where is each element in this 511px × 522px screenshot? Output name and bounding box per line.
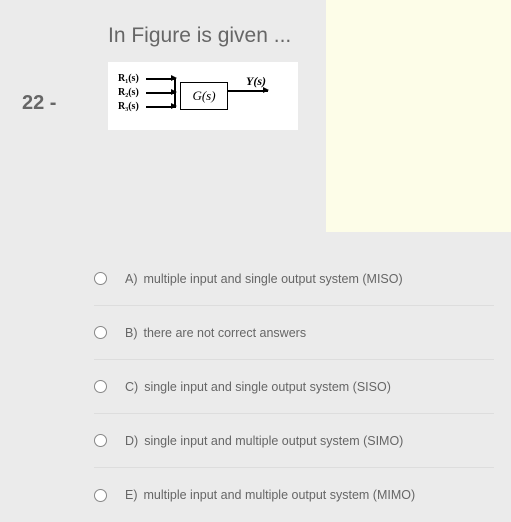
option-a[interactable]: A) multiple input and single output syst… — [94, 252, 494, 306]
diagram-inputs: R₁(s) R₂(s) R₃(s) — [118, 72, 176, 114]
option-letter: D) — [125, 434, 138, 448]
option-d[interactable]: D) single input and multiple output syst… — [94, 414, 494, 468]
arrow-icon — [146, 78, 176, 80]
options-list: A) multiple input and single output syst… — [94, 252, 494, 522]
option-b[interactable]: B) there are not correct answers — [94, 306, 494, 360]
radio-icon[interactable] — [94, 489, 107, 502]
radio-icon[interactable] — [94, 326, 107, 339]
option-text: multiple input and single output system … — [144, 272, 403, 286]
arrow-icon — [228, 90, 268, 92]
option-letter: C) — [125, 380, 138, 394]
option-c[interactable]: C) single input and single output system… — [94, 360, 494, 414]
option-letter: B) — [125, 326, 138, 340]
option-text: multiple input and multiple output syste… — [144, 488, 416, 502]
option-letter: E) — [125, 488, 138, 502]
radio-icon[interactable] — [94, 272, 107, 285]
block-diagram: R₁(s) R₂(s) R₃(s) G(s) Y(s) — [108, 62, 298, 130]
question-number: 22 - — [22, 92, 56, 115]
join-line — [174, 78, 176, 108]
input-r2-label: R₂(s) — [118, 86, 146, 100]
input-r1-label: R₁(s) — [118, 72, 146, 86]
transfer-block: G(s) — [180, 82, 228, 110]
input-r3-label: R₃(s) — [118, 100, 146, 114]
question-text: In Figure is given ... — [108, 24, 291, 48]
radio-icon[interactable] — [94, 380, 107, 393]
option-letter: A) — [125, 272, 138, 286]
highlight-box — [326, 0, 511, 232]
option-e[interactable]: E) multiple input and multiple output sy… — [94, 468, 494, 522]
option-text: single input and single output system (S… — [144, 380, 391, 394]
diagram-output: Y(s) — [228, 90, 268, 92]
arrow-icon — [146, 106, 176, 108]
option-text: single input and multiple output system … — [144, 434, 403, 448]
arrow-icon — [146, 92, 176, 94]
radio-icon[interactable] — [94, 434, 107, 447]
option-text: there are not correct answers — [144, 326, 307, 340]
